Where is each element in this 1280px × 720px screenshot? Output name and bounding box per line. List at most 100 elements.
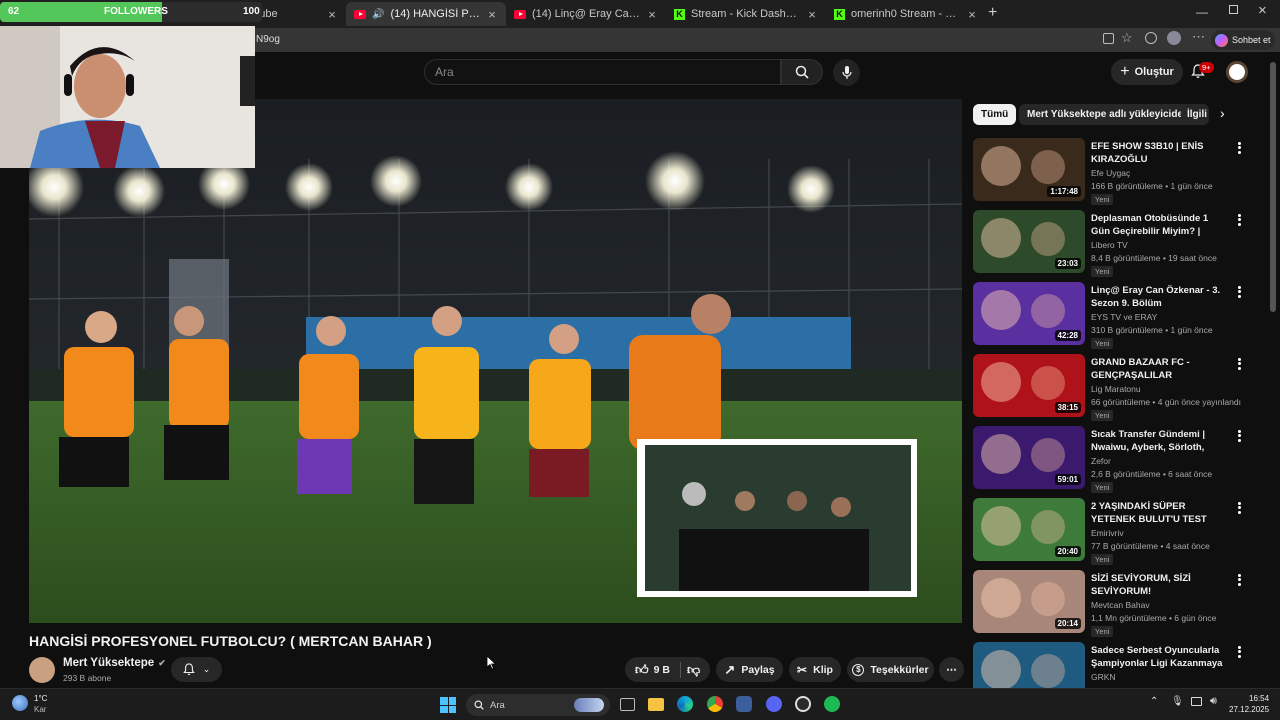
browser-tab[interactable]: (14) Linç@ Eray Can Özkenar - 3. Sezon ×	[506, 2, 666, 26]
recommendation-channel[interactable]: GRKN	[1091, 672, 1116, 682]
chip-all[interactable]: Tümü	[973, 104, 1017, 125]
recommendation-title[interactable]: SİZİ SEVİYORUM, SİZİ SEVİYORUM!	[1091, 572, 1229, 598]
close-tab-icon[interactable]: ×	[486, 7, 498, 22]
chevron-up-icon[interactable]: ⌃	[1150, 696, 1158, 707]
search-input[interactable]: Ara	[424, 59, 781, 85]
clock-date[interactable]: 27.12.2025	[1229, 705, 1269, 714]
profile-avatar[interactable]	[1167, 31, 1181, 45]
more-vertical-icon[interactable]	[1235, 501, 1243, 515]
obs-icon[interactable]	[795, 696, 811, 712]
url-text[interactable]: N9og	[256, 34, 280, 45]
recommendation-title[interactable]: Deplasman Otobüsünde 1 Gün Geçirebilir M…	[1091, 212, 1229, 239]
more-vertical-icon[interactable]	[1235, 429, 1243, 443]
recommendation-meta: 8,4 B görüntüleme • 19 saat önce	[1091, 253, 1217, 263]
video-thumbnail[interactable]: 23:03	[973, 210, 1085, 273]
chip-related[interactable]: İlgili	[1181, 104, 1209, 125]
more-actions-button[interactable]: ⋯	[939, 657, 964, 682]
close-tab-icon[interactable]: ×	[806, 7, 818, 22]
app-icon[interactable]	[736, 696, 752, 712]
display-icon[interactable]	[1191, 697, 1202, 706]
thanks-button[interactable]: $ Teşekkürler	[847, 657, 934, 682]
browser-tab-active[interactable]: 🔊 (14) HANGİSİ PROFESYONEL FUTBOLCU? ×	[346, 2, 506, 26]
chevron-right-icon[interactable]: ›	[1220, 105, 1225, 121]
share-button[interactable]: ↗ Paylaş	[716, 657, 783, 682]
start-button[interactable]	[440, 697, 456, 713]
video-thumbnail[interactable]: 1:17:48	[973, 138, 1085, 201]
recommendation-title[interactable]: 2 YAŞINDAKİ SÜPER YETENEK BULUT'U TEST E…	[1091, 500, 1229, 527]
recommendation-channel[interactable]: Libero TV	[1091, 240, 1128, 250]
divider	[679, 661, 681, 678]
copilot-chat-button[interactable]: Sohbet et	[1211, 30, 1275, 50]
discord-icon[interactable]	[766, 696, 782, 712]
extension-icon[interactable]	[1145, 32, 1157, 44]
recommendation-channel[interactable]: Lig Maratonu	[1091, 384, 1141, 394]
recommendation-item[interactable]: 42:28 Linç@ Eray Can Özkenar - 3. Sezon 9…	[973, 282, 1248, 349]
close-tab-icon[interactable]: ×	[646, 7, 658, 22]
microphone-tray-icon[interactable]: 🎙︎	[1171, 696, 1184, 707]
account-avatar[interactable]	[1226, 61, 1248, 83]
subscription-bell-button[interactable]: ⌄	[171, 657, 222, 682]
search-button[interactable]	[781, 59, 823, 85]
bookmark-star-icon[interactable]: ☆	[1121, 30, 1133, 46]
recommendation-channel[interactable]: Efe Uygaç	[1091, 168, 1130, 178]
task-view-icon[interactable]	[620, 698, 635, 711]
recommendation-item[interactable]: 38:15 GRAND BAZAAR FC - GENÇPAŞALILAR Lig …	[973, 354, 1248, 421]
voice-search-button[interactable]	[833, 59, 860, 86]
dislike-button[interactable]: 👎︎	[687, 662, 700, 678]
recommendation-channel[interactable]: Zefor	[1091, 456, 1111, 466]
chrome-icon[interactable]	[707, 696, 723, 712]
video-duration: 59:01	[1054, 474, 1081, 485]
recommendation-item[interactable]: 1:17:48 EFE SHOW S3B10 | ENİS KIRAZOĞLU Ef…	[973, 138, 1248, 205]
recommendation-channel[interactable]: EYS TV ve ERAY	[1091, 312, 1157, 322]
minimize-button[interactable]: —	[1196, 5, 1208, 19]
browser-tab[interactable]: K Stream - Kick Dashboard ×	[666, 2, 826, 26]
spotify-icon[interactable]	[824, 696, 840, 712]
more-vertical-icon[interactable]	[1235, 573, 1243, 587]
weather-icon[interactable]	[12, 695, 28, 711]
more-vertical-icon[interactable]	[1235, 213, 1243, 227]
video-thumbnail[interactable]: 38:15	[973, 354, 1085, 417]
clip-button[interactable]: ✂ Klip	[789, 657, 841, 682]
recommendation-channel[interactable]: Emirivriv	[1091, 528, 1124, 538]
new-badge: Yeni	[1091, 626, 1114, 637]
more-vertical-icon[interactable]	[1235, 357, 1243, 371]
channel-avatar[interactable]	[29, 657, 55, 683]
recommendation-title[interactable]: Linç@ Eray Can Özkenar - 3. Sezon 9. Böl…	[1091, 284, 1229, 310]
maximize-button[interactable]	[1229, 5, 1238, 14]
more-vertical-icon[interactable]	[1235, 645, 1243, 659]
like-button[interactable]: 👍︎ 9 B	[635, 662, 670, 678]
volume-icon[interactable]: 🔊︎	[1210, 695, 1217, 708]
video-thumbnail[interactable]: 59:01	[973, 426, 1085, 489]
install-icon[interactable]	[1103, 33, 1114, 44]
edge-icon[interactable]	[677, 696, 693, 712]
create-button[interactable]: + Oluştur	[1111, 59, 1183, 85]
close-tab-icon[interactable]: ×	[326, 7, 338, 22]
recommendation-item[interactable]: 20:14 SİZİ SEVİYORUM, SİZİ SEVİYORUM! Mevt…	[973, 570, 1248, 637]
chip-from-uploader[interactable]: Mert Yüksektepe adlı yükleyiciden	[1019, 104, 1198, 125]
page-scrollbar[interactable]	[1270, 62, 1276, 312]
file-explorer-icon[interactable]	[648, 698, 664, 711]
recommendation-item[interactable]: 23:03 Deplasman Otobüsünde 1 Gün Geçirebi…	[973, 210, 1248, 277]
clock-time[interactable]: 16:54	[1249, 694, 1269, 703]
recommendation-channel[interactable]: Mevtcan Bahav	[1091, 600, 1150, 610]
close-tab-icon[interactable]: ×	[966, 7, 978, 22]
recommendation-item[interactable]: 20:40 2 YAŞINDAKİ SÜPER YETENEK BULUT'U T…	[973, 498, 1248, 565]
more-vertical-icon[interactable]	[1235, 285, 1243, 299]
new-tab-button[interactable]: +	[988, 4, 997, 22]
taskbar-search[interactable]: Ara	[466, 694, 610, 716]
more-vertical-icon[interactable]	[1235, 141, 1243, 155]
close-window-button[interactable]: ×	[1258, 2, 1267, 19]
speaker-icon[interactable]: 🔊	[372, 9, 384, 20]
recommendation-title[interactable]: Sıcak Transfer Gündemi | Nwaiwu, Ayberk,…	[1091, 428, 1229, 455]
recommendation-title[interactable]: EFE SHOW S3B10 | ENİS KIRAZOĞLU	[1091, 140, 1229, 166]
video-thumbnail[interactable]: 20:14	[973, 570, 1085, 633]
video-thumbnail[interactable]: 42:28	[973, 282, 1085, 345]
menu-icon[interactable]: ⋯	[1192, 29, 1205, 45]
recommendation-title[interactable]: GRAND BAZAAR FC - GENÇPAŞALILAR	[1091, 356, 1229, 382]
video-thumbnail[interactable]: 20:40	[973, 498, 1085, 561]
recommendation-title[interactable]: Sadece Serbest Oyuncularla Şampiyonlar L…	[1091, 644, 1229, 671]
channel-name[interactable]: Mert Yüksektepe ✔	[63, 657, 166, 669]
browser-tab[interactable]: K omerinh0 Stream - Watch Live on Kick ×	[826, 2, 986, 26]
recommendation-item[interactable]: 59:01 Sıcak Transfer Gündemi | Nwaiwu, Ay…	[973, 426, 1248, 493]
video-player[interactable]	[29, 99, 962, 623]
